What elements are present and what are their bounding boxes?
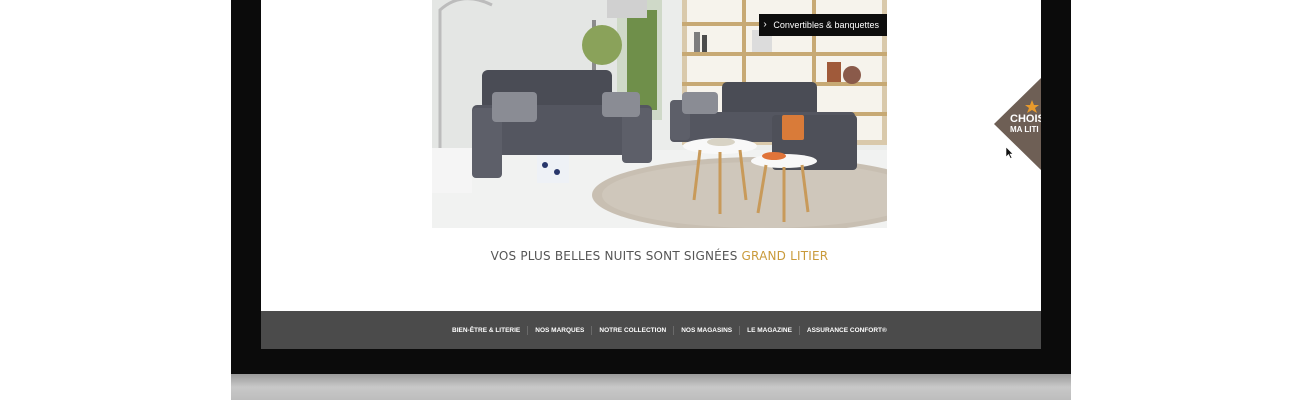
brand-tagline: VOS PLUS BELLES NUITS SONT SIGNÉES GRAND… xyxy=(261,249,1041,263)
footer-nav-nos-marques[interactable]: NOS MARQUES xyxy=(527,325,591,335)
footer-nav-bien-etre-literie[interactable]: BIEN-ÊTRE & LITERIE xyxy=(445,326,527,335)
footer-nav-nos-magasins[interactable]: NOS MAGASINS xyxy=(673,325,739,335)
tagline-brand: GRAND LITIER xyxy=(741,249,829,263)
side-tab-label: CHOIS MA LITI xyxy=(1010,114,1041,135)
tagline-text: VOS PLUS BELLES NUITS SONT SIGNÉES xyxy=(490,249,742,263)
monitor-base xyxy=(231,374,1071,400)
category-tag-convertibles[interactable]: › Convertibles & banquettes xyxy=(759,14,887,36)
choose-bedding-tab[interactable]: CHOIS MA LITI xyxy=(994,78,1041,170)
browser-viewport: › Convertibles & banquettes VOS PLUS BEL… xyxy=(261,0,1041,349)
category-tag-label: Convertibles & banquettes xyxy=(773,20,879,30)
footer-navigation: BIEN-ÊTRE & LITERIE NOS MARQUES NOTRE CO… xyxy=(261,311,1041,349)
side-tab-line1: CHOIS xyxy=(1010,113,1041,125)
monitor-scene: › Convertibles & banquettes VOS PLUS BEL… xyxy=(0,0,1300,400)
chevron-right-icon: › xyxy=(763,19,767,30)
footer-nav-notre-collection[interactable]: NOTRE COLLECTION xyxy=(591,325,673,335)
hero-banner[interactable]: › Convertibles & banquettes xyxy=(432,0,887,228)
footer-nav-assurance-confort[interactable]: ASSURANCE CONFORT® xyxy=(798,325,894,335)
mouse-pointer-icon xyxy=(1006,147,1014,159)
footer-nav-le-magazine[interactable]: LE MAGAZINE xyxy=(739,325,799,335)
side-tab-line2: MA LITI xyxy=(1010,125,1039,134)
footer-nav-list: BIEN-ÊTRE & LITERIE NOS MARQUES NOTRE CO… xyxy=(445,311,894,349)
